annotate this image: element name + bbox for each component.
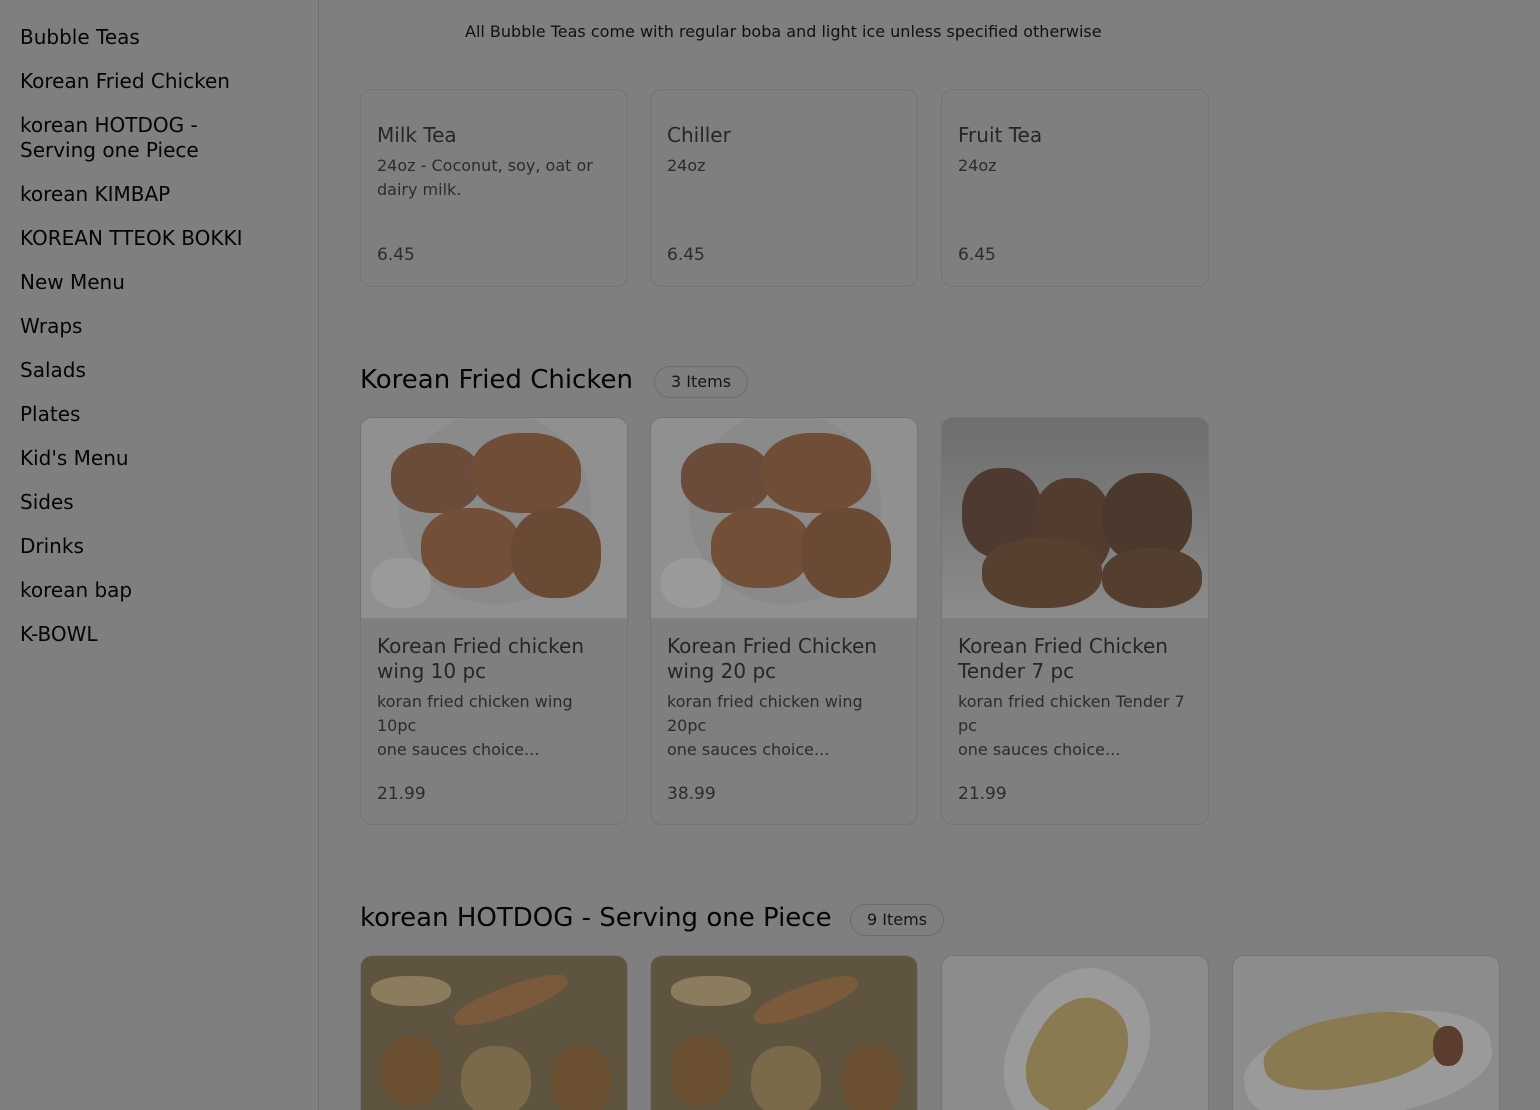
korean-hotdog-photo	[942, 956, 1208, 1110]
item-price: 21.99	[958, 784, 1007, 804]
item-price: 6.45	[958, 245, 996, 265]
menu-item-card[interactable]: Korean Fried Chicken Tender 7 pc koran f…	[941, 417, 1209, 825]
fried-chicken-wings-photo	[361, 418, 627, 618]
menu-item-card[interactable]: Korean Fried Chicken wing 20 pc koran fr…	[650, 417, 918, 825]
sidebar-item-korean-bap[interactable]: korean bap	[0, 578, 318, 603]
item-title: Fruit Tea	[958, 123, 1043, 147]
sidebar-item-sides[interactable]: Sides	[0, 490, 318, 515]
menu-item-card[interactable]: Milk Tea 24oz - Coconut, soy, oat or dai…	[360, 89, 628, 287]
menu-item-card[interactable]: Chiller 24oz 6.45	[650, 89, 918, 287]
menu-item-card[interactable]	[1232, 955, 1500, 1110]
item-description: koran fried chicken wing 10pc one sauces…	[377, 692, 573, 759]
menu-item-card[interactable]	[650, 955, 918, 1110]
bubble-tea-notice: All Bubble Teas come with regular boba a…	[465, 22, 1102, 41]
korean-hotdog-photo	[651, 956, 917, 1110]
fried-chicken-wings-photo	[651, 418, 917, 618]
item-description: 24oz - Coconut, soy, oat or dairy milk.	[377, 156, 593, 199]
korean-hotdog-photo	[1233, 956, 1499, 1110]
menu-item-card[interactable]	[941, 955, 1209, 1110]
item-description: koran fried chicken wing 20pc one sauces…	[667, 692, 863, 759]
sidebar-item-salads[interactable]: Salads	[0, 358, 318, 383]
item-title: Korean Fried Chicken Tender 7 pc	[958, 634, 1168, 683]
item-count-badge: 3 Items	[654, 366, 749, 398]
item-price: 6.45	[667, 245, 705, 265]
sidebar-item-drinks[interactable]: Drinks	[0, 534, 318, 559]
category-sidebar: Bubble Teas Korean Fried Chicken korean …	[0, 0, 319, 1110]
item-price: 38.99	[667, 784, 716, 804]
sidebar-item-kids-menu[interactable]: Kid's Menu	[0, 446, 318, 471]
item-price: 21.99	[377, 784, 426, 804]
item-title: Korean Fried Chicken wing 20 pc	[667, 634, 877, 683]
korean-hotdog-photo	[361, 956, 627, 1110]
item-price: 6.45	[377, 245, 415, 265]
sidebar-item-bubble-teas[interactable]: Bubble Teas	[0, 25, 318, 50]
item-title: Korean Fried chicken wing 10 pc	[377, 634, 584, 683]
item-title: Milk Tea	[377, 123, 457, 147]
menu-main: All Bubble Teas come with regular boba a…	[320, 0, 1540, 1110]
sidebar-item-korean-fried-chicken[interactable]: Korean Fried Chicken	[0, 69, 318, 94]
section-title-korean-hotdog: korean HOTDOG - Serving one Piece	[360, 903, 832, 933]
menu-page: Bubble Teas Korean Fried Chicken korean …	[0, 0, 1540, 1110]
sidebar-item-korean-tteok-bokki[interactable]: KOREAN TTEOK BOKKI	[0, 226, 318, 251]
menu-item-card[interactable]	[360, 955, 628, 1110]
sidebar-item-korean-kimbap[interactable]: korean KIMBAP	[0, 182, 318, 207]
sidebar-item-korean-hotdog[interactable]: korean HOTDOG - Serving one Piece	[0, 113, 318, 163]
item-count-badge: 9 Items	[850, 904, 945, 936]
menu-item-card[interactable]: Fruit Tea 24oz 6.45	[941, 89, 1209, 287]
sidebar-item-wraps[interactable]: Wraps	[0, 314, 318, 339]
sidebar-item-new-menu[interactable]: New Menu	[0, 270, 318, 295]
sidebar-item-plates[interactable]: Plates	[0, 402, 318, 427]
section-title-fried-chicken: Korean Fried Chicken	[360, 365, 633, 395]
item-description: 24oz	[958, 156, 997, 175]
item-title: Chiller	[667, 123, 731, 147]
fried-chicken-tenders-photo	[942, 418, 1208, 618]
sidebar-item-k-bowl[interactable]: K-BOWL	[0, 622, 318, 647]
item-description: koran fried chicken Tender 7 pc one sauc…	[958, 692, 1185, 759]
item-description: 24oz	[667, 156, 706, 175]
menu-item-card[interactable]: Korean Fried chicken wing 10 pc koran fr…	[360, 417, 628, 825]
